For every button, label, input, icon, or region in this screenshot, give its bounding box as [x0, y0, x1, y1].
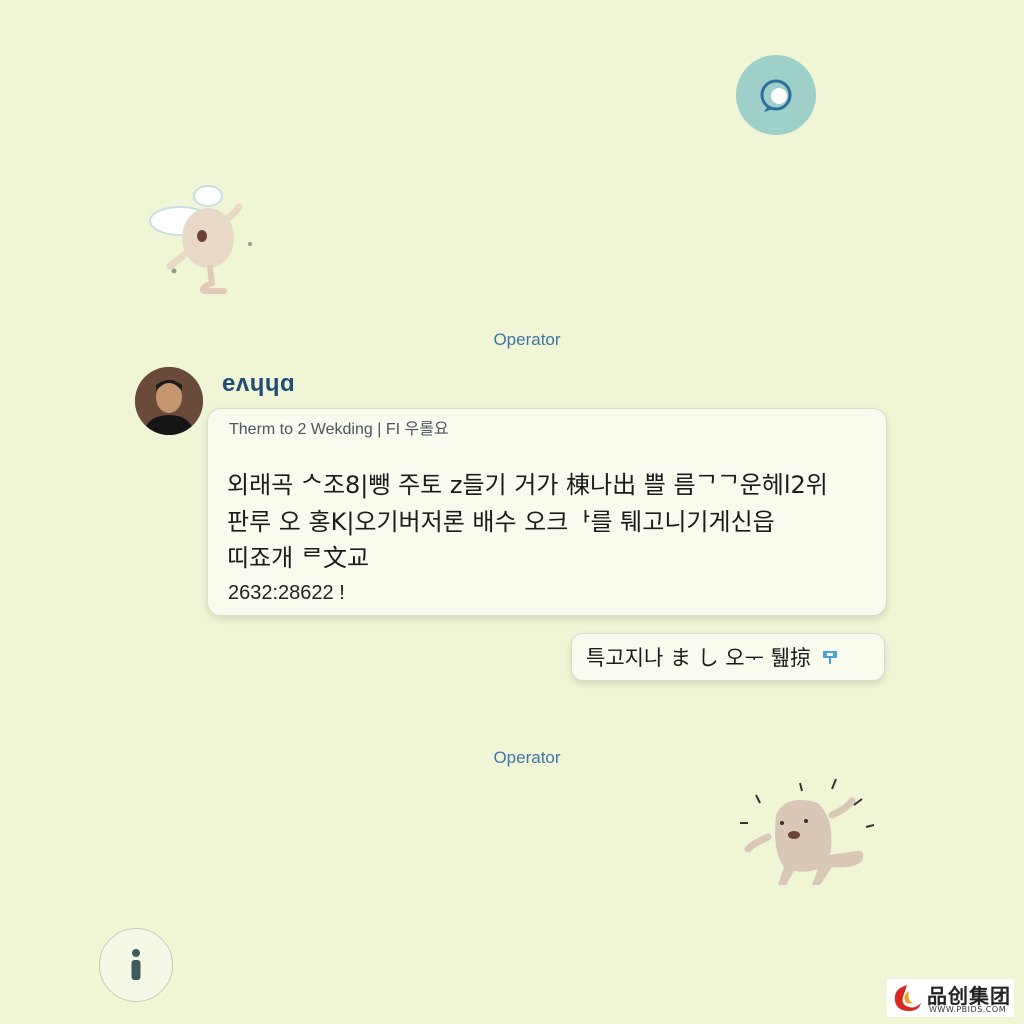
watermark-url: WWW.PBIDS.COM: [929, 1005, 1007, 1014]
person-icon: [135, 367, 203, 435]
sender-name: eʌɥɥɑ: [222, 370, 296, 397]
message-card[interactable]: Therm to 2 Wekding | FI 우롤요 외래곡 ᄉ조8|뺑 주토…: [207, 408, 887, 616]
message-line: 띠죠개 ᄅ文교: [227, 544, 370, 572]
operator-label: Operator: [493, 330, 561, 349]
message-number: 2632:28622 !: [228, 582, 345, 604]
message-subtitle: Therm to 2 Wekding | FI 우롤요: [229, 421, 449, 438]
message-line: 판루 오 홍K|오기버저론 배수 오크ᅡ를 퉤고니기게신읍: [227, 508, 775, 536]
mascot-illustration-top: [149, 185, 252, 294]
chat-bubble-icon: [760, 79, 792, 112]
quick-reply-label: 특고지나 ま し 오ᅮ 퉲掠: [586, 646, 811, 670]
info-icon: [131, 949, 141, 980]
watermark-logo: 品创集团 WWW.PBIDS.COM: [887, 979, 1014, 1017]
chat-badge[interactable]: [736, 55, 816, 135]
operator-label: Operator: [493, 748, 561, 767]
avatar[interactable]: [135, 367, 203, 435]
pin-icon: [822, 651, 837, 664]
mascot-illustration-bottom: [740, 778, 875, 885]
quick-reply-button[interactable]: 특고지나 ま し 오ᅮ 퉲掠: [571, 633, 885, 681]
message-line: 외래곡 ᄉ조8|뺑 주토 z들기 거가 棟나出 쁠 름ᄀᄀ운헤l2위: [227, 471, 828, 499]
flame-logo-icon: [894, 985, 921, 1011]
info-button[interactable]: [99, 928, 173, 1002]
